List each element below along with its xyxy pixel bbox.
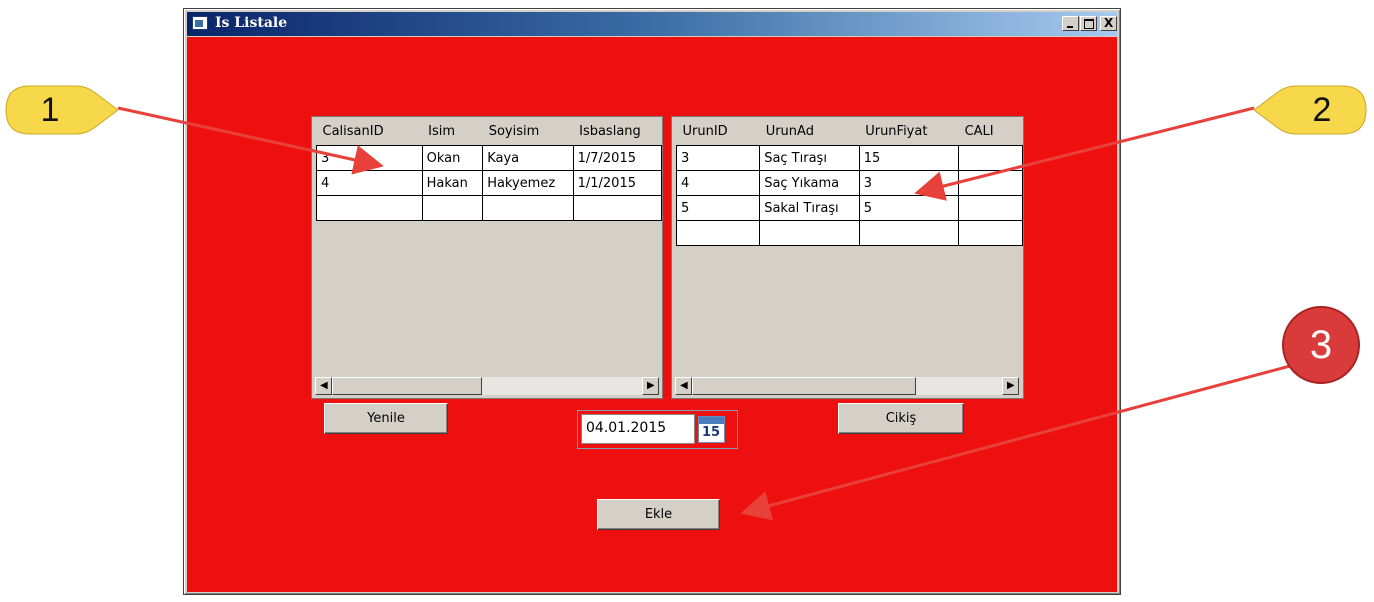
arrow-to-products-grid xyxy=(914,106,1255,201)
callout-shape xyxy=(5,85,118,135)
callout-1: 1 xyxy=(2,84,118,136)
arrow-to-workers-grid xyxy=(117,106,384,175)
callout-3: 3 xyxy=(1280,304,1362,386)
callout-number: 2 xyxy=(1312,90,1332,129)
annotation-arrows xyxy=(117,106,1291,521)
callout-number: 1 xyxy=(40,90,60,129)
callout-2: 2 xyxy=(1254,84,1370,136)
callout-number: 3 xyxy=(1309,322,1333,367)
arrow-to-add-button xyxy=(740,364,1291,521)
